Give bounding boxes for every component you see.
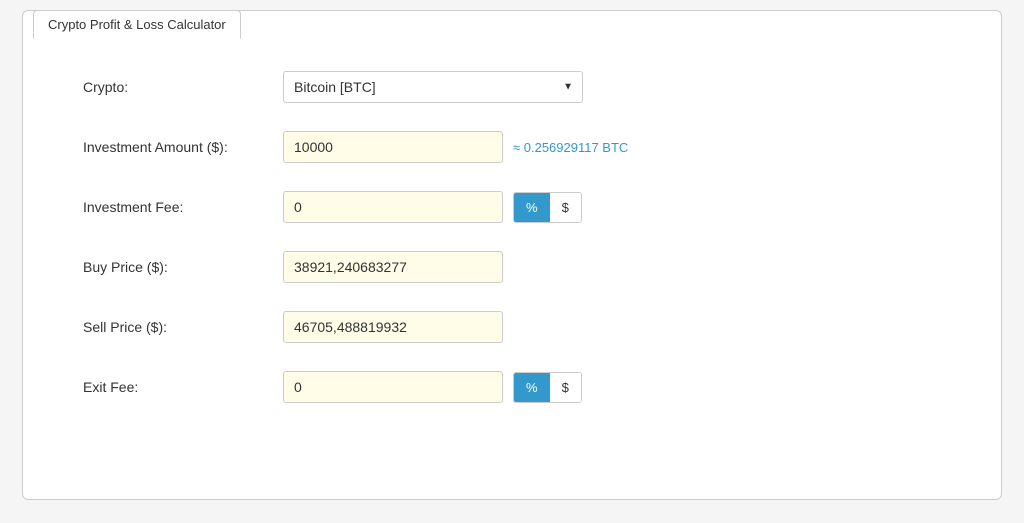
sell-price-label: Sell Price ($):: [83, 319, 283, 335]
crypto-controls: Bitcoin [BTC] Ethereum [ETH] Litecoin [L…: [283, 71, 583, 103]
btc-equiv: ≈ 0.256929117 BTC: [513, 140, 628, 155]
exit-fee-controls: % $: [283, 371, 582, 403]
investment-fee-input[interactable]: [283, 191, 503, 223]
exit-fee-input[interactable]: [283, 371, 503, 403]
sell-price-controls: [283, 311, 503, 343]
exit-fee-dollar-button[interactable]: $: [550, 373, 581, 402]
investment-fee-pct-button[interactable]: %: [514, 193, 550, 222]
investment-fee-controls: % $: [283, 191, 582, 223]
buy-price-label: Buy Price ($):: [83, 259, 283, 275]
exit-fee-toggle: % $: [513, 372, 582, 403]
exit-fee-pct-button[interactable]: %: [514, 373, 550, 402]
investment-amount-row: Investment Amount ($): ≈ 0.256929117 BTC: [83, 131, 941, 163]
exit-fee-label: Exit Fee:: [83, 379, 283, 395]
buy-price-row: Buy Price ($):: [83, 251, 941, 283]
investment-fee-dollar-button[interactable]: $: [550, 193, 581, 222]
buy-price-controls: [283, 251, 503, 283]
crypto-select-wrapper[interactable]: Bitcoin [BTC] Ethereum [ETH] Litecoin [L…: [283, 71, 583, 103]
investment-fee-toggle: % $: [513, 192, 582, 223]
exit-fee-row: Exit Fee: % $: [83, 371, 941, 403]
sell-price-row: Sell Price ($):: [83, 311, 941, 343]
card-tab-title: Crypto Profit & Loss Calculator: [33, 10, 241, 39]
card-body: Crypto: Bitcoin [BTC] Ethereum [ETH] Lit…: [23, 41, 1001, 461]
investment-amount-controls: ≈ 0.256929117 BTC: [283, 131, 628, 163]
crypto-select[interactable]: Bitcoin [BTC] Ethereum [ETH] Litecoin [L…: [283, 71, 583, 103]
crypto-row: Crypto: Bitcoin [BTC] Ethereum [ETH] Lit…: [83, 71, 941, 103]
crypto-label: Crypto:: [83, 79, 283, 95]
investment-amount-label: Investment Amount ($):: [83, 139, 283, 155]
buy-price-input[interactable]: [283, 251, 503, 283]
investment-fee-label: Investment Fee:: [83, 199, 283, 215]
sell-price-input[interactable]: [283, 311, 503, 343]
investment-amount-input[interactable]: [283, 131, 503, 163]
calculator-card: Crypto Profit & Loss Calculator Crypto: …: [22, 10, 1002, 500]
investment-fee-row: Investment Fee: % $: [83, 191, 941, 223]
